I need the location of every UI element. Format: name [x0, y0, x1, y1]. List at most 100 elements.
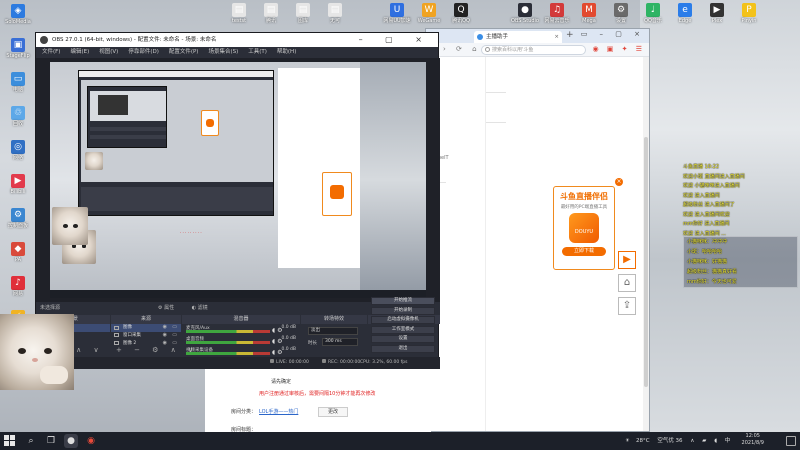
preview-obs-window-nested [87, 86, 167, 148]
desktop-icon[interactable]: ▤ testst [222, 3, 256, 24]
search-placeholder: 搜索百科以用'斗鱼 [492, 47, 534, 53]
desktop-icon[interactable]: ◎ 网络 [1, 140, 35, 161]
form-divider [486, 122, 506, 123]
lock-icon[interactable]: ▭ [172, 332, 177, 340]
browser-scrollbar[interactable] [643, 57, 649, 431]
play-icon[interactable]: ▶ [618, 251, 636, 269]
desktop-icon[interactable]: P Pinyin [732, 3, 766, 24]
desktop-icon[interactable]: M Mega [572, 3, 606, 24]
desktop-icon[interactable]: ◈ SoloMedia [1, 4, 35, 25]
chat-box-message: 小斑：哈哈哈哈 [687, 249, 723, 255]
obs-menu-item[interactable]: 工具(T) [248, 49, 267, 55]
desktop-icon[interactable]: ● OBS Studio [508, 3, 542, 24]
task-view-icon[interactable]: ❐ [44, 434, 58, 448]
desktop-icon[interactable]: ▣ StageFlip [1, 38, 35, 59]
desktop-icon[interactable]: U 网易UU加速 [380, 3, 414, 24]
desktop-icon[interactable]: ▤ 图库 [286, 3, 320, 24]
filters-button[interactable]: ◐ 滤镜 [192, 305, 216, 311]
temperature: 28°C [635, 438, 650, 444]
obs-control-button[interactable]: 开始推流 [371, 297, 435, 305]
visibility-eye-icon[interactable]: ◉ [163, 332, 167, 340]
mute-speaker-icon[interactable]: ◖⚙ [272, 349, 285, 356]
obs-menu-item[interactable]: 停靠部件(D) [128, 49, 159, 55]
source-item[interactable]: 图像 ◉ ▭ [111, 324, 181, 332]
obs-menu-item[interactable]: 文件(F) [42, 49, 60, 55]
tab-close-icon[interactable]: × [554, 31, 559, 43]
scrollbar-thumb[interactable] [644, 137, 648, 387]
desktop-icon-label: WeGame [417, 18, 441, 24]
lock-icon[interactable]: ▭ [172, 324, 177, 332]
desktop-icon[interactable]: ▤ 腾讯 [254, 3, 288, 24]
desktop-icon[interactable]: ▶ Plex [700, 3, 734, 24]
source-type-icon [114, 325, 119, 330]
chat-message: 欢迎 进入直播间欢迎 [683, 211, 730, 218]
obs-preview[interactable]: · · · · · · · · · [36, 58, 440, 302]
duration-field[interactable]: 300 ms [322, 338, 358, 346]
obs-control-button[interactable]: 设置 [371, 335, 435, 343]
properties-button[interactable]: ⚙ 属性 [158, 305, 182, 311]
desktop-icon[interactable]: ♫ 网易云音乐 [540, 3, 574, 24]
home-icon[interactable]: ⌂ [618, 274, 636, 292]
desktop-icon[interactable]: ♪ 网易 [1, 276, 35, 297]
tray-expand-icon[interactable]: ∧ [690, 438, 694, 444]
preview-red-notice: · · · · · · · · · [180, 230, 202, 235]
desktop-app-icon: ▤ [328, 3, 342, 17]
desktop-icon[interactable]: ⚙ 控制面板 [1, 208, 35, 229]
browser-tool-icons[interactable]: ◉ ▣ ✦ ☰ [592, 45, 645, 53]
desktop-icon[interactable]: ◆ PA [1, 242, 35, 263]
obs-control-button[interactable]: 开始录制 [371, 306, 435, 315]
browser-tab[interactable]: 主播助手 × [474, 31, 562, 43]
search-icon[interactable]: ⌕ [24, 434, 38, 448]
desktop-icon[interactable]: e Edge [668, 3, 702, 24]
weather-icon[interactable]: ☀ [625, 438, 630, 444]
change-button[interactable]: 更改 [318, 407, 348, 417]
desktop-icon-label: 回收 [12, 121, 23, 127]
desktop-icon[interactable]: ▶ Bilibili [1, 174, 35, 195]
promo-widget[interactable]: 斗鱼直播伴侣 最好用的PC端直播工具 DOUYU 立即下载 [553, 186, 615, 270]
notification-icon[interactable] [786, 436, 796, 446]
share-icon[interactable]: ⇪ [618, 297, 636, 315]
obs-menu-item[interactable]: 编辑(E) [70, 49, 89, 55]
new-tab-icon[interactable]: + [566, 30, 574, 40]
desktop-icon[interactable]: Q 腾讯QQ [444, 3, 478, 24]
browser-taskbar-icon[interactable]: ◉ [84, 434, 98, 448]
desktop-icon-label: SoloMedia [5, 19, 31, 25]
obs-menu-item[interactable]: 场景集合(S) [208, 49, 238, 55]
volume-icon[interactable]: ◖ [714, 438, 717, 444]
desktop-icon[interactable]: ▭ 电脑 [1, 72, 35, 93]
desktop-icon[interactable]: W WeGame [412, 3, 446, 24]
browser-window-controls[interactable]: ▭ – ▢ × [581, 30, 645, 38]
source-item[interactable]: 窗口采集 ◉ ▭ [111, 332, 181, 340]
promo-close-icon[interactable]: × [615, 178, 623, 186]
desktop-icon[interactable]: ♲ 回收 [1, 106, 35, 127]
network-icon[interactable]: ▰ [702, 438, 706, 444]
obs-menu-item[interactable]: 配置文件(P) [169, 49, 199, 55]
obs-window: OBS 27.0.1 (64-bit, windows) - 配置文件: 未命名… [35, 32, 440, 369]
obs-window-controls[interactable]: – ▢ × [359, 33, 432, 47]
transition-select[interactable]: 淡出 [308, 327, 358, 335]
cat-thumbnail-overlay [52, 207, 88, 245]
obs-taskbar-icon[interactable]: ● [64, 434, 78, 448]
live-indicator-icon [270, 359, 274, 363]
windows-start-icon[interactable] [4, 435, 15, 446]
obs-control-button[interactable]: 工作室模式 [371, 325, 435, 334]
desktop-icon[interactable]: ⚙ 设置 [604, 3, 638, 24]
clock[interactable]: 12:05 2021/8/9 [742, 433, 764, 447]
obs-menu-item[interactable]: 帮助(H) [277, 49, 296, 55]
mute-speaker-icon[interactable]: ◖⚙ [272, 338, 285, 345]
desktop-icon[interactable]: ▤ 无可 [318, 3, 352, 24]
category-link[interactable]: LOL手游——热门 [259, 408, 298, 415]
desktop-icon-label: StageFlip [6, 53, 30, 59]
ime-indicator[interactable]: 中 [725, 438, 731, 444]
desktop-icon[interactable]: ♩ QQ音乐 [636, 3, 670, 24]
visibility-eye-icon[interactable]: ◉ [163, 324, 167, 332]
obs-menu-item[interactable]: 视图(V) [99, 49, 118, 55]
obs-control-button[interactable]: 退出 [371, 344, 435, 353]
obs-control-button[interactable]: 启动虚拟摄像机 [371, 316, 435, 324]
mute-speaker-icon[interactable]: ◖⚙ [272, 327, 285, 334]
browser-search-box[interactable]: 搜索百科以用'斗鱼 [481, 45, 586, 55]
sources-dock-header: 来源 [111, 315, 181, 324]
search-icon [485, 47, 490, 52]
promo-download-button[interactable]: 立即下载 [562, 247, 606, 256]
chat-box-overlay: 小猫咪咪：冲冲冲 小斑：哈哈哈哈 小猫咪咪：好猫猫 超级粉丝：猫猫真好看 mm你好：今天… [683, 236, 798, 288]
